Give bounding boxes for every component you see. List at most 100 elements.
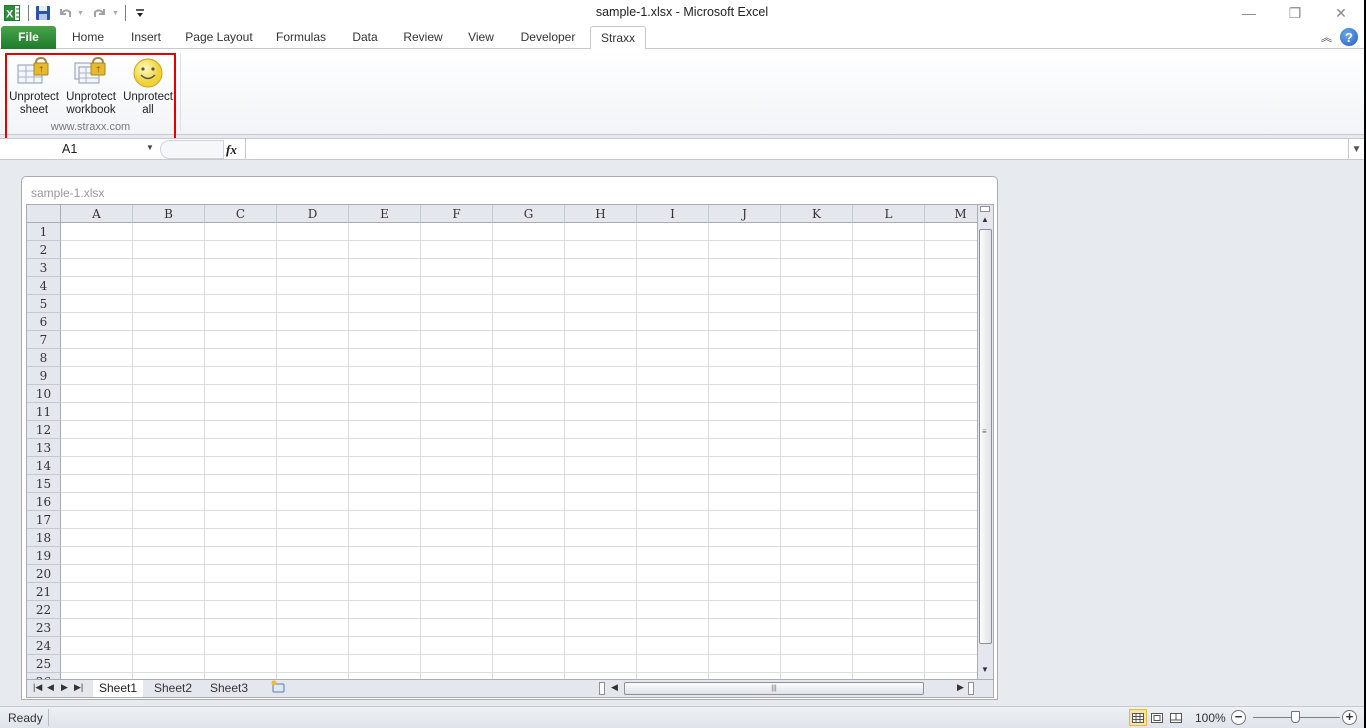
tab-straxx[interactable]: Straxx	[590, 26, 646, 50]
insert-sheet-button[interactable]	[264, 680, 292, 697]
restore-button[interactable]: ❐	[1272, 0, 1318, 26]
row-header-13[interactable]: 13	[27, 439, 61, 457]
name-box[interactable]: A1	[2, 140, 158, 159]
column-header-m[interactable]: M	[925, 205, 977, 223]
horizontal-split-box[interactable]	[968, 682, 974, 695]
row-header-11[interactable]: 11	[27, 403, 61, 421]
next-sheet-icon[interactable]: ▶	[61, 682, 68, 693]
expand-formula-bar-icon[interactable]: ▼	[1348, 139, 1364, 159]
insert-function-button[interactable]: fx	[226, 140, 244, 159]
sheet-tab-sheet3[interactable]: Sheet3	[204, 680, 254, 697]
close-button[interactable]: ✕	[1318, 0, 1364, 26]
gridline-horizontal	[61, 258, 977, 259]
row-header-12[interactable]: 12	[27, 421, 61, 439]
gridline-horizontal	[61, 582, 977, 583]
tab-page-layout[interactable]: Page Layout	[178, 26, 260, 49]
scroll-right-icon[interactable]: ▶	[957, 682, 964, 693]
ribbon-tabs: File Home Insert Page Layout Formulas Da…	[0, 26, 1364, 50]
last-sheet-icon[interactable]: ▶|	[74, 682, 83, 693]
tab-file[interactable]: File	[1, 26, 56, 49]
row-header-4[interactable]: 4	[27, 277, 61, 295]
page-layout-view-icon	[1151, 712, 1163, 723]
column-header-a[interactable]: A	[61, 205, 133, 223]
column-header-k[interactable]: K	[781, 205, 853, 223]
formula-input[interactable]	[245, 139, 1348, 159]
zoom-level[interactable]: 100%	[1195, 711, 1226, 725]
row-header-3[interactable]: 3	[27, 259, 61, 277]
page-break-view-button[interactable]	[1167, 709, 1185, 726]
row-header-7[interactable]: 7	[27, 331, 61, 349]
zoom-in-button[interactable]: +	[1342, 710, 1357, 725]
tab-view[interactable]: View	[458, 26, 504, 49]
row-header-25[interactable]: 25	[27, 655, 61, 673]
worksheet-grid[interactable]: ABCDEFGHIJKLM 1 2 3 4 5 6 7 8 9 10 11 12 13 14 15 16 17 1…	[26, 204, 978, 680]
gridline-vertical	[204, 223, 205, 679]
tab-review[interactable]: Review	[396, 26, 450, 49]
column-header-c[interactable]: C	[205, 205, 277, 223]
row-header-14[interactable]: 14	[27, 457, 61, 475]
unprotect-sheet-button[interactable]: † Unprotect sheet	[5, 55, 63, 117]
tab-home[interactable]: Home	[62, 26, 114, 49]
row-header-18[interactable]: 18	[27, 529, 61, 547]
normal-view-button[interactable]	[1129, 709, 1147, 726]
row-header-19[interactable]: 19	[27, 547, 61, 565]
row-header-23[interactable]: 23	[27, 619, 61, 637]
unprotect-all-button[interactable]: Unprotect all	[119, 55, 177, 117]
prev-sheet-icon[interactable]: ◀	[47, 682, 54, 693]
scroll-left-icon[interactable]: ◀	[611, 682, 618, 693]
row-header-8[interactable]: 8	[27, 349, 61, 367]
sheet-tab-sheet1[interactable]: Sheet1	[93, 680, 144, 697]
column-header-e[interactable]: E	[349, 205, 421, 223]
help-icon[interactable]: ?	[1340, 28, 1358, 46]
zoom-out-button[interactable]: −	[1231, 710, 1246, 725]
formula-bar-grip[interactable]	[160, 140, 224, 159]
zoom-slider-thumb[interactable]	[1291, 711, 1300, 723]
column-header-g[interactable]: G	[493, 205, 565, 223]
name-box-dropdown-icon[interactable]: ▼	[146, 143, 154, 152]
tab-insert[interactable]: Insert	[120, 26, 172, 49]
row-header-2[interactable]: 2	[27, 241, 61, 259]
select-all-corner[interactable]	[27, 205, 61, 223]
tab-formulas[interactable]: Formulas	[268, 26, 334, 49]
gridline-vertical	[852, 223, 853, 679]
minimize-ribbon-icon[interactable]: ︽	[1321, 29, 1332, 45]
row-header-16[interactable]: 16	[27, 493, 61, 511]
scroll-down-icon[interactable]: ▼	[981, 665, 989, 674]
unprotect-workbook-button[interactable]: † Unprotect workbook	[62, 55, 120, 117]
row-header-10[interactable]: 10	[27, 385, 61, 403]
gridline-horizontal	[61, 672, 977, 673]
tab-data[interactable]: Data	[340, 26, 390, 49]
column-header-b[interactable]: B	[133, 205, 205, 223]
tab-split-handle[interactable]	[599, 682, 605, 695]
column-header-j[interactable]: J	[709, 205, 781, 223]
column-header-h[interactable]: H	[565, 205, 637, 223]
vertical-scrollbar[interactable]: ▲ ≡ ▼	[978, 204, 994, 680]
row-header-21[interactable]: 21	[27, 583, 61, 601]
vertical-scroll-thumb[interactable]: ≡	[979, 229, 992, 644]
first-sheet-icon[interactable]: |◀	[33, 682, 42, 693]
split-box[interactable]	[980, 206, 990, 212]
row-header-5[interactable]: 5	[27, 295, 61, 313]
row-header-17[interactable]: 17	[27, 511, 61, 529]
sheet-tab-sheet2[interactable]: Sheet2	[148, 680, 198, 697]
minimize-button[interactable]: —	[1226, 0, 1272, 26]
row-header-26[interactable]: 26	[27, 673, 61, 679]
workbook-title: sample-1.xlsx	[31, 186, 105, 200]
row-header-6[interactable]: 6	[27, 313, 61, 331]
scroll-up-icon[interactable]: ▲	[981, 215, 989, 224]
gridline-horizontal	[61, 348, 977, 349]
column-header-d[interactable]: D	[277, 205, 349, 223]
row-header-15[interactable]: 15	[27, 475, 61, 493]
column-header-f[interactable]: F	[421, 205, 493, 223]
excel-window: X ▼ ▼ sample-1.xlsx - Microsoft Excel — …	[0, 0, 1366, 728]
column-header-i[interactable]: I	[637, 205, 709, 223]
row-header-1[interactable]: 1	[27, 223, 61, 241]
tab-developer[interactable]: Developer	[512, 26, 584, 49]
horizontal-scroll-thumb[interactable]: |||	[624, 682, 924, 695]
row-header-9[interactable]: 9	[27, 367, 61, 385]
column-header-l[interactable]: L	[853, 205, 925, 223]
row-header-22[interactable]: 22	[27, 601, 61, 619]
row-header-24[interactable]: 24	[27, 637, 61, 655]
row-header-20[interactable]: 20	[27, 565, 61, 583]
page-layout-view-button[interactable]	[1148, 709, 1166, 726]
